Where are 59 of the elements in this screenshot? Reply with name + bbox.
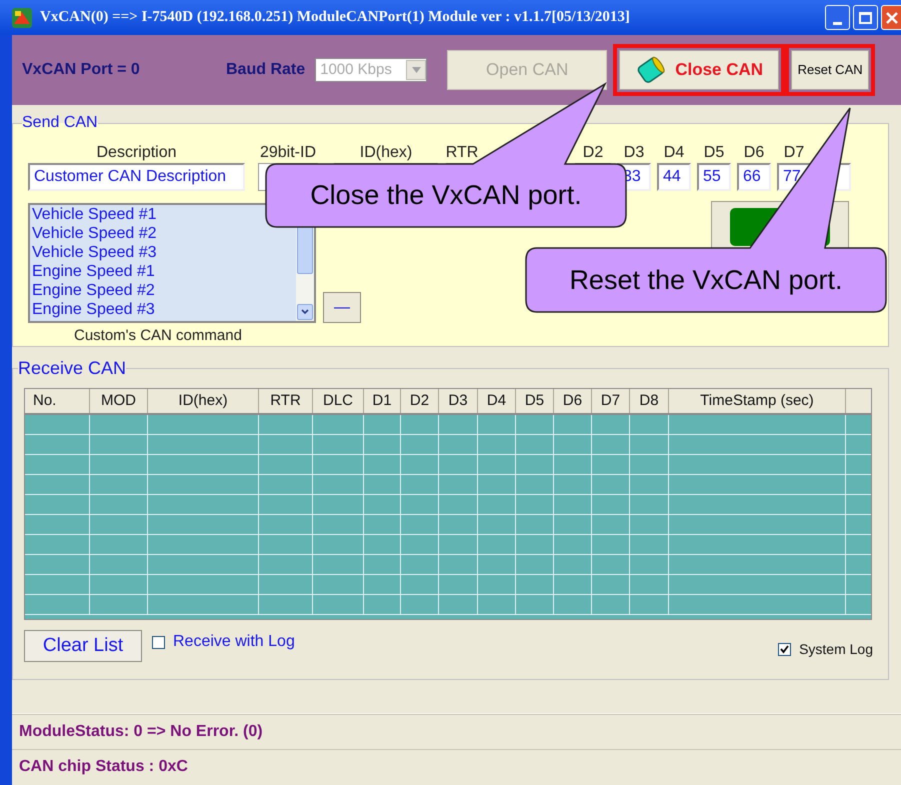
list-item[interactable]: Engine Speed #1 <box>32 262 296 281</box>
scroll-down-icon[interactable] <box>297 304 313 320</box>
list-item[interactable]: Vehicle Speed #2 <box>32 224 296 243</box>
list-caption: Custom's CAN command <box>74 326 243 346</box>
field-label: D2 <box>582 143 604 163</box>
field-label: 29bit-ID <box>260 143 316 163</box>
field-label: Description <box>96 143 177 163</box>
column-header[interactable]: D3 <box>439 389 478 413</box>
app-icon <box>12 8 32 28</box>
group-title: Send CAN <box>22 113 98 133</box>
field-label: ID(hex) <box>360 143 412 163</box>
field-label: D3 <box>624 143 644 163</box>
list-item[interactable]: Engine Speed #3 <box>32 300 296 319</box>
input-field[interactable]: 44 <box>657 163 691 191</box>
maximize-icon <box>859 12 872 24</box>
command-list[interactable]: Vehicle Speed #1 Vehicle Speed #2 Vehicle Speed #3 Engine Speed #1 Engine Speed #2 Engine Speed #3 <box>28 203 316 323</box>
column-header[interactable]: D4 <box>478 389 516 413</box>
minimize-icon <box>833 22 842 25</box>
column-header[interactable]: TimeStamp (sec) <box>669 389 846 413</box>
field-label: D5 <box>704 143 724 163</box>
checkbox[interactable] <box>152 636 165 648</box>
column-header[interactable]: DLC <box>313 389 364 413</box>
input-field[interactable]: 66 <box>737 163 771 191</box>
close-icon <box>886 12 898 24</box>
column-header[interactable]: D8 <box>630 389 669 413</box>
status-text: CAN chip Status : 0xC <box>19 757 188 777</box>
status-text: ModuleStatus: 0 => No Error. (0) <box>19 722 263 742</box>
remove-button[interactable]: — <box>323 292 361 323</box>
field-label: RTR <box>446 143 478 163</box>
column-header[interactable]: D6 <box>554 389 592 413</box>
dropdown-caret-icon <box>406 60 426 80</box>
checkbox-label: System Log <box>799 640 873 659</box>
close-window-button[interactable] <box>881 5 901 30</box>
column-header[interactable]: D7 <box>592 389 630 413</box>
list-item[interactable]: Vehicle Speed #3 <box>32 243 296 262</box>
column-header[interactable]: D2 <box>401 389 439 413</box>
clear-list-button[interactable]: Clear List <box>24 630 142 662</box>
maximize-button[interactable] <box>853 5 878 30</box>
input-field[interactable]: Customer CAN Description <box>28 163 245 191</box>
list-item[interactable]: Engine Speed #2 <box>32 281 296 300</box>
column-header[interactable]: ID(hex) <box>148 389 259 413</box>
column-header[interactable]: No. <box>25 389 90 413</box>
field-label: D7 <box>784 143 804 163</box>
column-header[interactable]: RTR <box>259 389 313 413</box>
field-label: D6 <box>744 143 764 163</box>
field-label: D4 <box>664 143 684 163</box>
minimize-button[interactable] <box>825 5 850 30</box>
port-label: VxCAN Port = 0 <box>22 60 141 80</box>
checkbox-label: Receive with Log <box>173 632 295 652</box>
reset-button[interactable]: Reset CAN <box>791 50 870 90</box>
column-header[interactable]: D5 <box>516 389 554 413</box>
baud-rate-label: Baud Rate <box>226 60 306 80</box>
close-button[interactable]: Close CAN <box>619 50 780 90</box>
column-header[interactable]: MOD <box>90 389 148 413</box>
column-header[interactable]: D1 <box>364 389 401 413</box>
checkbox[interactable] <box>778 642 792 656</box>
input-field[interactable]: 55 <box>697 163 731 191</box>
window-title: VxCAN(0) ==> I-7540D (192.168.0.251) ModuleCANPort(1) Module ver : v1.1.7[05/13/2013] <box>40 8 630 28</box>
group-title: Receive CAN <box>18 357 126 380</box>
